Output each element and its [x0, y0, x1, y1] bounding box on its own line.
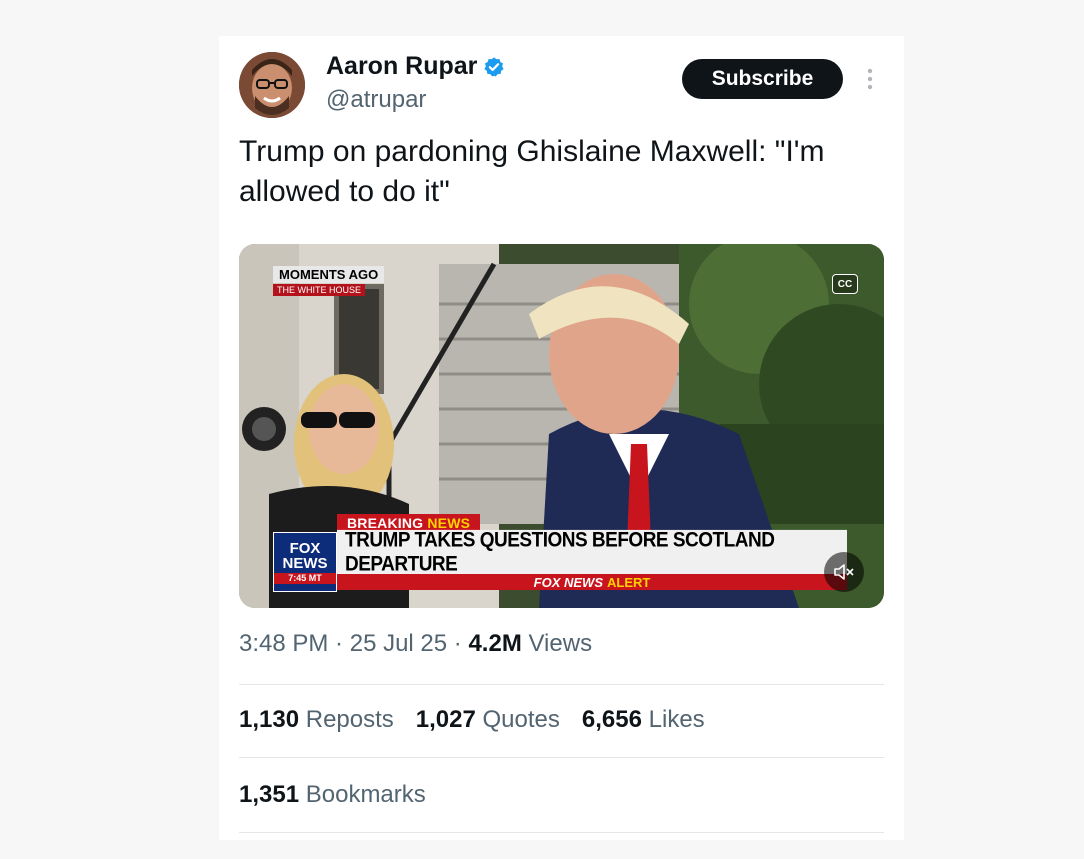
divider [239, 684, 884, 685]
mute-button[interactable] [824, 552, 864, 592]
views-label: Views [528, 630, 593, 657]
closed-captions-icon[interactable]: CC [832, 274, 858, 294]
fox-news-logo: FOX NEWS 7:45 MT [273, 532, 337, 592]
quotes-stat[interactable]: 1,027 Quotes [416, 706, 560, 734]
video-player[interactable]: MOMENTS AGO THE WHITE HOUSE CC BREAKING … [239, 244, 884, 608]
subscribe-button[interactable]: Subscribe [682, 59, 843, 99]
bookmarks-count: 1,351 [239, 781, 300, 808]
alert-label-a: FOX NEWS [533, 574, 603, 590]
engagement-stats: 1,130 Reposts 1,027 Quotes 6,656 Likes [239, 706, 727, 734]
chyron-headline: TRUMP TAKES QUESTIONS BEFORE SCOTLAND DE… [337, 529, 847, 577]
reposts-stat[interactable]: 1,130 Reposts [239, 706, 394, 734]
moments-ago-tag: MOMENTS AGO [273, 266, 385, 283]
more-options-icon[interactable] [859, 66, 881, 92]
author-name-row[interactable]: Aaron Rupar [326, 52, 505, 81]
bookmarks-stat[interactable]: 1,351 Bookmarks [239, 781, 426, 809]
views-count: 4.2M [468, 630, 522, 657]
reposts-label: Reposts [305, 706, 394, 733]
alert-label-b: ALERT [607, 574, 651, 590]
author-handle[interactable]: @atrupar [326, 86, 426, 114]
logo-line-2: NEWS [282, 554, 328, 572]
reposts-count: 1,130 [239, 706, 300, 733]
speaker-muted-icon [834, 564, 854, 580]
quotes-label: Quotes [482, 706, 560, 733]
likes-stat[interactable]: 6,656 Likes [582, 706, 705, 734]
tweet-card: Aaron Rupar @atrupar Subscribe Trump on … [219, 36, 904, 840]
divider [239, 832, 884, 833]
author-name[interactable]: Aaron Rupar [326, 52, 477, 81]
quotes-count: 1,027 [415, 706, 476, 733]
likes-count: 6,656 [581, 706, 642, 733]
tweet-meta: 3:48 PM · 25 Jul 25 · 4.2M Views [239, 630, 593, 657]
tweet-date[interactable]: 25 Jul 25 [350, 630, 447, 657]
fox-news-alert-bar: FOX NEWS ALERT [337, 574, 847, 590]
tweet-time[interactable]: 3:48 PM [239, 630, 328, 657]
avatar[interactable] [239, 52, 305, 118]
tweet-text: Trump on pardoning Ghislaine Maxwell: "I… [239, 135, 825, 208]
location-tag: THE WHITE HOUSE [273, 284, 366, 296]
verified-badge-icon [484, 56, 505, 77]
logo-line-1: FOX [289, 539, 321, 557]
bookmarks-label: Bookmarks [305, 781, 426, 808]
divider [239, 757, 884, 758]
logo-time: 7:45 MT [274, 572, 336, 584]
likes-label: Likes [648, 706, 705, 733]
